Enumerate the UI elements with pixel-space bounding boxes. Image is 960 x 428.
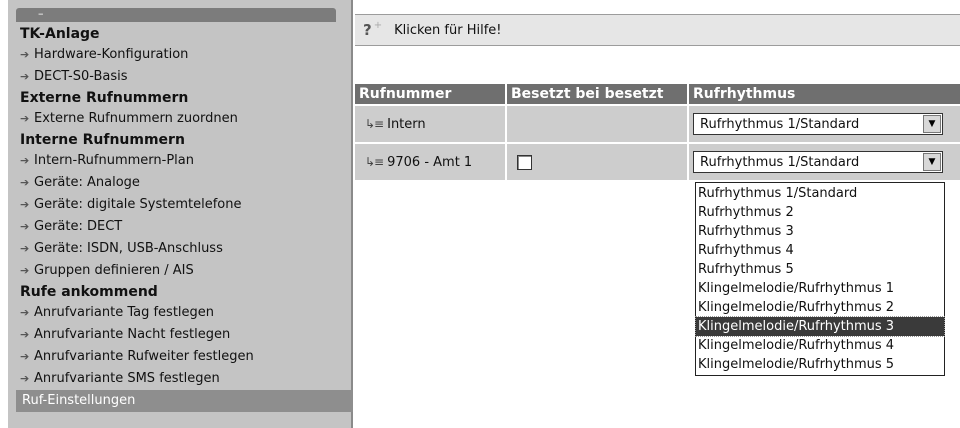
rhythm-select-value: Rufrhythmus 1/Standard — [700, 116, 860, 132]
nav-item-label: Intern-Rufnummern-Plan — [34, 153, 194, 168]
nav-item-label: Hardware-Konfiguration — [34, 47, 189, 62]
nav-item-label: Anrufvariante SMS festlegen — [34, 371, 220, 386]
rhythm-select[interactable]: Rufrhythmus 1/Standard ▼ — [693, 113, 943, 135]
number-cell: ↳≡ 9706 - Amt 1 — [355, 144, 507, 182]
arrow-right-icon: ➔ — [20, 70, 30, 83]
nav-item-label: Gruppen definieren / AIS — [34, 263, 194, 278]
table-header: Rufnummer Besetzt bei besetzt Rufrhythmu… — [355, 84, 960, 106]
rhythm-select-value: Rufrhythmus 1/Standard — [700, 154, 860, 170]
nav-item-active-ruf-einstellungen[interactable]: Ruf-Einstellungen — [16, 390, 353, 412]
nav-list: TK-Anlage ➔ Hardware-Konfiguration ➔ DECT-… — [16, 24, 353, 412]
rhythm-cell: Rufrhythmus 1/Standard ▼ — [689, 144, 960, 182]
triangle-down-icon[interactable]: ▼ — [923, 153, 941, 171]
nav-item-label: Geräte: digitale Systemtelefone — [34, 197, 242, 212]
column-header-rufrhythmus: Rufrhythmus — [689, 84, 960, 106]
rhythm-dropdown-list: Rufrhythmus 1/Standard Rufrhythmus 2 Ruf… — [695, 182, 945, 376]
busy-cell-empty — [507, 106, 689, 144]
sidebar: – TK-Anlage ➔ Hardware-Konfiguration ➔ DEC… — [8, 0, 353, 428]
arrow-right-icon: ➔ — [20, 112, 30, 125]
phone-route-icon: ↳≡ — [365, 155, 384, 169]
nav-item[interactable]: ➔ DECT-S0-Basis — [16, 66, 353, 88]
dropdown-option[interactable]: Klingelmelodie/Rufrhythmus 2 — [696, 298, 944, 317]
help-text: Klicken für Hilfe! — [394, 22, 502, 38]
number-cell: ↳≡ Intern — [355, 106, 507, 144]
nav-item-label: Anrufvariante Tag festlegen — [34, 305, 215, 320]
arrow-right-icon: ➔ — [20, 242, 30, 255]
nav-item-label: Geräte: ISDN, USB-Anschluss — [34, 241, 223, 256]
nav-section-title: Interne Rufnummern — [20, 132, 185, 148]
nav-section-title: Rufe ankommend — [20, 284, 158, 300]
question-mark-icon: ? — [363, 21, 372, 39]
arrow-right-icon: ➔ — [20, 220, 30, 233]
table-row: ↳≡ Intern Rufrhythmus 1/Standard ▼ — [355, 106, 960, 144]
nav-item[interactable]: ➔ Geräte: Analoge — [16, 172, 353, 194]
nav-item[interactable]: ➔ Anrufvariante Rufweiter festlegen — [16, 346, 353, 368]
sidebar-collapse-toggle[interactable]: – — [16, 8, 336, 22]
arrow-right-icon: ➔ — [20, 154, 30, 167]
arrow-right-icon: ➔ — [20, 328, 30, 341]
nav-item-label: Geräte: Analoge — [34, 175, 140, 190]
nav-item-label: Ruf-Einstellungen — [22, 393, 136, 408]
plus-icon: + — [373, 19, 383, 31]
nav-item-label: Anrufvariante Nacht festlegen — [34, 327, 231, 342]
busy-cell — [507, 144, 689, 182]
dropdown-option[interactable]: Rufrhythmus 5 — [696, 260, 944, 279]
dropdown-option[interactable]: Rufrhythmus 4 — [696, 241, 944, 260]
arrow-right-icon: ➔ — [20, 176, 30, 189]
arrow-right-icon: ➔ — [20, 264, 30, 277]
nav-section-title: TK-Anlage — [20, 26, 100, 42]
busy-on-busy-checkbox[interactable] — [517, 154, 532, 170]
nav-item[interactable]: ➔ Anrufvariante Nacht festlegen — [16, 324, 353, 346]
arrow-right-icon: ➔ — [20, 372, 30, 385]
nav-item[interactable]: ➔ Geräte: digitale Systemtelefone — [16, 194, 353, 216]
nav-item[interactable]: ➔ Intern-Rufnummern-Plan — [16, 150, 353, 172]
nav-section-title: Externe Rufnummern — [20, 90, 189, 106]
nav-item-label: Anrufvariante Rufweiter festlegen — [34, 349, 254, 364]
phone-route-icon: ↳≡ — [365, 117, 384, 131]
nav-item[interactable]: ➔ Anrufvariante SMS festlegen — [16, 368, 353, 390]
dropdown-option[interactable]: Klingelmelodie/Rufrhythmus 5 — [696, 355, 944, 374]
nav-item[interactable]: ➔ Anrufvariante Tag festlegen — [16, 302, 353, 324]
arrow-right-icon: ➔ — [20, 198, 30, 211]
nav-item[interactable]: ➔ Gruppen definieren / AIS — [16, 260, 353, 282]
dropdown-option[interactable]: Rufrhythmus 2 — [696, 203, 944, 222]
nav-item-label: Geräte: DECT — [34, 219, 123, 234]
column-header-besetzt: Besetzt bei besetzt — [507, 84, 689, 106]
nav-item-label: DECT-S0-Basis — [34, 69, 128, 84]
collapse-label: – — [38, 7, 44, 20]
arrow-right-icon: ➔ — [20, 350, 30, 363]
rhythm-cell: Rufrhythmus 1/Standard ▼ — [689, 106, 960, 144]
rhythm-select-open[interactable]: Rufrhythmus 1/Standard ▼ — [693, 151, 943, 173]
dropdown-option[interactable]: Rufrhythmus 3 — [696, 222, 944, 241]
number-label: Intern — [387, 116, 426, 132]
triangle-down-icon[interactable]: ▼ — [923, 115, 941, 133]
nav-item[interactable]: ➔ Hardware-Konfiguration — [16, 44, 353, 66]
arrow-right-icon: ➔ — [20, 48, 30, 61]
dropdown-option-highlighted[interactable]: Klingelmelodie/Rufrhythmus 3 — [695, 316, 945, 337]
nav-item-label: Externe Rufnummern zuordnen — [34, 111, 238, 126]
column-header-rufnummer: Rufnummer — [355, 84, 507, 106]
dropdown-option[interactable]: Klingelmelodie/Rufrhythmus 4 — [696, 336, 944, 355]
table-row: ↳≡ 9706 - Amt 1 Rufrhythmus 1/Standard ▼ — [355, 144, 960, 182]
main-content: ? + Klicken für Hilfe! Rufnummer Besetzt… — [355, 0, 960, 428]
nav-item[interactable]: ➔ Geräte: ISDN, USB-Anschluss — [16, 238, 353, 260]
dropdown-option[interactable]: Klingelmelodie/Rufrhythmus 1 — [696, 279, 944, 298]
dropdown-option[interactable]: Rufrhythmus 1/Standard — [696, 184, 944, 203]
nav-item[interactable]: ➔ Geräte: DECT — [16, 216, 353, 238]
arrow-right-icon: ➔ — [20, 306, 30, 319]
nav-item[interactable]: ➔ Externe Rufnummern zuordnen — [16, 108, 353, 130]
help-bar[interactable]: ? + Klicken für Hilfe! — [355, 14, 960, 46]
ring-settings-table: Rufnummer Besetzt bei besetzt Rufrhythmu… — [355, 84, 960, 182]
number-label: 9706 - Amt 1 — [387, 154, 473, 170]
